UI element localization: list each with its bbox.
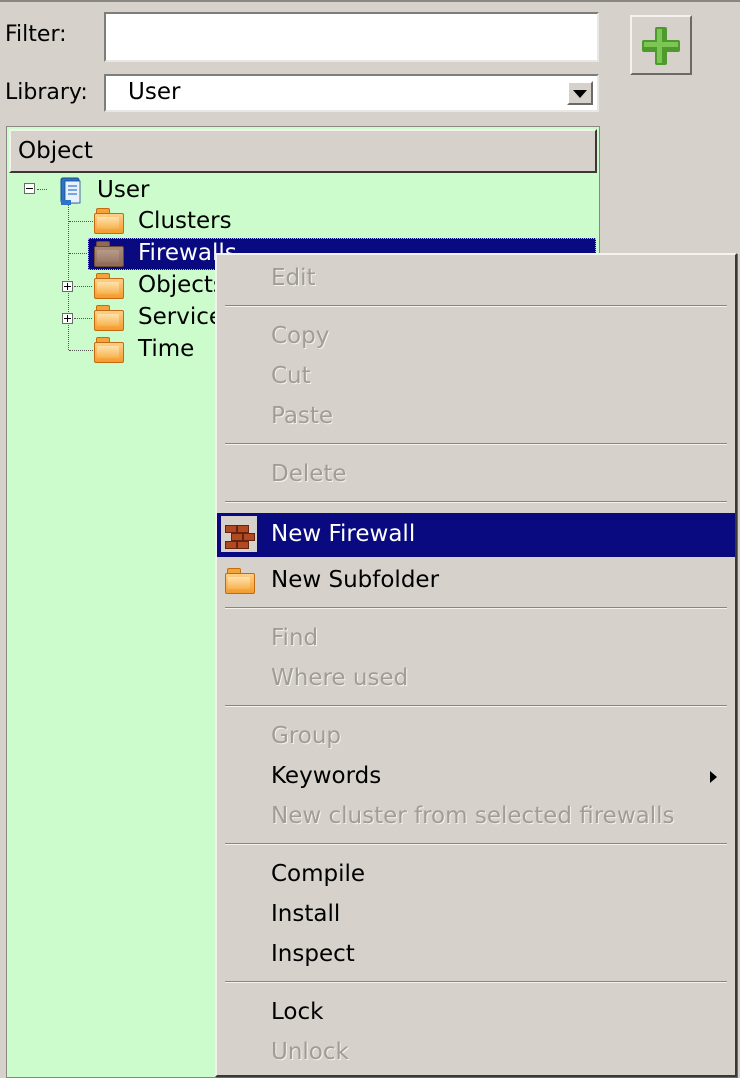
library-dropdown-button[interactable] <box>567 81 593 105</box>
library-label: Library: <box>5 80 88 105</box>
filter-label: Filter: <box>5 22 67 47</box>
collapse-toggle[interactable] <box>24 183 35 194</box>
library-combobox[interactable]: User <box>104 74 599 112</box>
tree-guide-line <box>74 286 92 287</box>
menu-separator <box>225 607 727 609</box>
top-border <box>0 0 740 2</box>
column-header-label: Object <box>18 138 93 164</box>
tree-guide-line <box>69 350 93 351</box>
folder-icon <box>94 337 124 363</box>
tree-item-label: Objects <box>138 272 225 298</box>
menu-separator <box>225 443 727 445</box>
tree-root-label: User <box>97 177 150 203</box>
folder-icon <box>94 241 124 267</box>
menu-item-new-cluster[interactable]: New cluster from selected firewalls <box>217 797 735 837</box>
menu-item-label: Compile <box>271 861 366 887</box>
menu-item-unlock[interactable]: Unlock <box>217 1033 735 1073</box>
folder-icon <box>94 208 124 234</box>
tree-guide-line <box>74 318 92 319</box>
menu-item-where-used[interactable]: Where used <box>217 659 735 699</box>
menu-separator <box>225 843 727 845</box>
add-object-button[interactable] <box>630 15 692 75</box>
menu-item-label: Copy <box>271 323 330 349</box>
menu-item-label: Install <box>271 901 341 927</box>
folder-icon <box>94 273 124 299</box>
library-selected-value: User <box>128 79 181 105</box>
menu-separator <box>225 501 727 503</box>
menu-separator <box>225 705 727 707</box>
menu-item-label: New Subfolder <box>271 567 440 593</box>
folder-icon <box>94 305 124 331</box>
menu-item-install[interactable]: Install <box>217 895 735 935</box>
submenu-arrow-icon <box>710 771 717 783</box>
tree-guide-line <box>69 221 93 222</box>
tree-item-label: Clusters <box>138 208 232 234</box>
expand-toggle[interactable] <box>62 281 73 292</box>
tree-guide-line <box>69 253 89 254</box>
menu-item-edit[interactable]: Edit <box>217 259 735 299</box>
menu-item-label: Lock <box>271 999 324 1025</box>
menu-item-keywords[interactable]: Keywords <box>217 757 735 797</box>
tree-guide-line <box>37 189 47 190</box>
tree-guide-line <box>68 200 69 350</box>
menu-item-label: Group <box>271 723 342 749</box>
menu-separator <box>225 305 727 307</box>
menu-item-group[interactable]: Group <box>217 717 735 757</box>
menu-item-label: New Firewall <box>271 521 416 547</box>
library-book-icon <box>60 177 81 205</box>
menu-item-label: Edit <box>271 265 316 291</box>
context-menu[interactable]: Edit Copy Cut Paste Delete New Firewall … <box>215 253 737 1077</box>
menu-item-delete[interactable]: Delete <box>217 455 735 495</box>
menu-item-label: Where used <box>271 665 409 691</box>
menu-item-label: Keywords <box>271 763 382 789</box>
menu-item-label: Unlock <box>271 1039 349 1065</box>
menu-item-new-firewall[interactable]: New Firewall <box>217 513 735 557</box>
expand-toggle[interactable] <box>62 313 73 324</box>
menu-item-label: Delete <box>271 461 347 487</box>
tree-column-header[interactable]: Object <box>9 129 597 173</box>
menu-separator <box>225 981 727 983</box>
menu-item-label: New cluster from selected firewalls <box>271 803 675 829</box>
menu-item-compile[interactable]: Compile <box>217 855 735 895</box>
menu-item-label: Inspect <box>271 941 355 967</box>
filter-input[interactable] <box>110 18 598 54</box>
menu-item-find[interactable]: Find <box>217 619 735 659</box>
menu-item-label: Find <box>271 625 319 651</box>
tree-item-label: Time <box>138 336 195 362</box>
menu-item-label: Paste <box>271 403 334 429</box>
menu-item-lock[interactable]: Lock <box>217 993 735 1033</box>
menu-item-label: Cut <box>271 363 311 389</box>
filter-field-frame <box>104 12 599 62</box>
menu-item-inspect[interactable]: Inspect <box>217 935 735 975</box>
firewall-brick-icon <box>221 516 257 552</box>
menu-item-copy[interactable]: Copy <box>217 317 735 357</box>
folder-icon <box>225 568 255 594</box>
menu-item-new-subfolder[interactable]: New Subfolder <box>217 559 735 601</box>
chevron-down-icon <box>573 90 587 98</box>
menu-item-paste[interactable]: Paste <box>217 397 735 437</box>
menu-item-cut[interactable]: Cut <box>217 357 735 397</box>
